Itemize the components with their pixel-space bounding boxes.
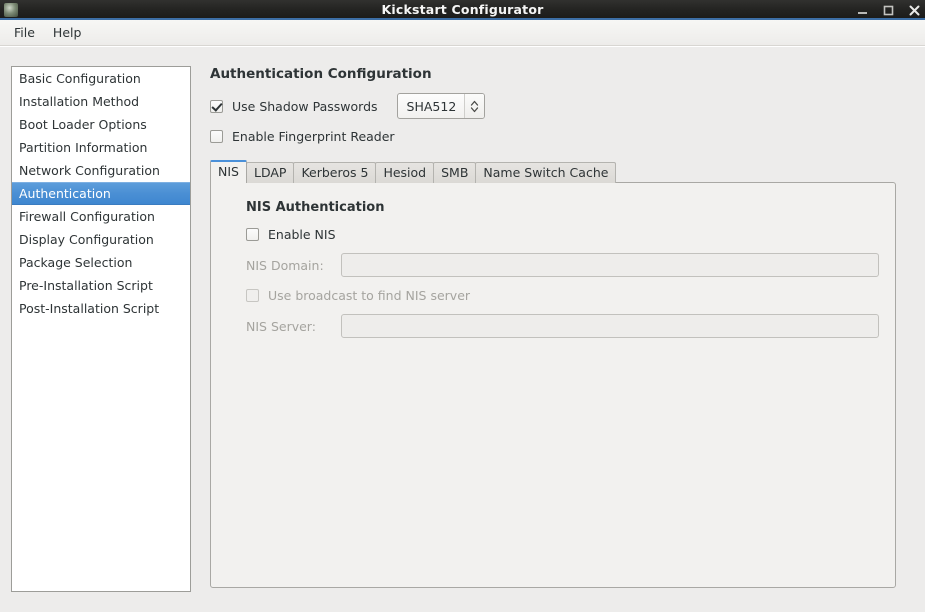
minimize-icon[interactable] xyxy=(856,4,869,17)
shadow-passwords-row: Use Shadow Passwords SHA512 xyxy=(210,93,910,119)
tab-hesiod[interactable]: Hesiod xyxy=(375,162,435,183)
window-controls xyxy=(856,0,921,20)
sidebar-item-basic-configuration[interactable]: Basic Configuration xyxy=(12,67,190,90)
title-bar: Kickstart Configurator xyxy=(0,0,925,20)
nis-domain-input[interactable] xyxy=(341,253,879,277)
fingerprint-reader-row: Enable Fingerprint Reader xyxy=(210,125,910,147)
hash-algorithm-spinner[interactable]: SHA512 xyxy=(396,93,486,119)
nis-fields: Enable NIS NIS Domain: Use broadcast to … xyxy=(227,223,879,338)
menu-item-file[interactable]: File xyxy=(5,23,44,42)
hash-algorithm-value: SHA512 xyxy=(406,98,457,114)
enable-fingerprint-reader-checkbox[interactable] xyxy=(210,129,223,143)
enable-nis-row: Enable NIS xyxy=(246,223,879,245)
use-broadcast-checkbox[interactable] xyxy=(246,288,259,302)
nis-domain-row: NIS Domain: xyxy=(246,253,879,277)
menu-bar: File Help xyxy=(0,20,925,46)
tab-smb[interactable]: SMB xyxy=(433,162,477,183)
auth-tab-bar: NIS LDAP Kerberos 5 Hesiod SMB Name Swit… xyxy=(210,160,910,183)
sidebar-item-installation-method[interactable]: Installation Method xyxy=(12,90,190,113)
nis-authentication-heading: NIS Authentication xyxy=(246,200,385,215)
authentication-pane: Authentication Configuration Use Shadow … xyxy=(210,66,910,588)
use-shadow-passwords-checkbox[interactable] xyxy=(210,99,223,113)
enable-nis-label: Enable NIS xyxy=(268,226,336,242)
nis-server-label: NIS Server: xyxy=(246,318,316,334)
nis-broadcast-row: Use broadcast to find NIS server xyxy=(246,284,879,306)
updown-chevron-icon[interactable] xyxy=(464,94,485,118)
use-broadcast-label: Use broadcast to find NIS server xyxy=(268,287,471,303)
sidebar-item-authentication[interactable]: Authentication xyxy=(12,182,190,205)
sidebar-item-boot-loader-options[interactable]: Boot Loader Options xyxy=(12,113,190,136)
use-shadow-passwords-label: Use Shadow Passwords xyxy=(232,98,378,114)
sidebar-item-pre-installation-script[interactable]: Pre-Installation Script xyxy=(12,274,190,297)
sidebar-item-firewall-configuration[interactable]: Firewall Configuration xyxy=(12,205,190,228)
sidebar-item-partition-information[interactable]: Partition Information xyxy=(12,136,190,159)
window-title: Kickstart Configurator xyxy=(381,2,544,17)
sidebar-item-package-selection[interactable]: Package Selection xyxy=(12,251,190,274)
menu-item-help[interactable]: Help xyxy=(44,23,91,42)
main-content: Basic Configuration Installation Method … xyxy=(0,47,925,612)
tab-ldap[interactable]: LDAP xyxy=(245,162,295,183)
sidebar-item-post-installation-script[interactable]: Post-Installation Script xyxy=(12,297,190,320)
sidebar-item-network-configuration[interactable]: Network Configuration xyxy=(12,159,190,182)
maximize-icon[interactable] xyxy=(882,4,895,17)
tab-kerberos-5[interactable]: Kerberos 5 xyxy=(293,162,377,183)
tab-name-switch-cache[interactable]: Name Switch Cache xyxy=(475,162,617,183)
nis-domain-label: NIS Domain: xyxy=(246,257,324,273)
enable-fingerprint-reader-label: Enable Fingerprint Reader xyxy=(232,128,395,144)
page-title: Authentication Configuration xyxy=(210,66,432,82)
nis-server-input[interactable] xyxy=(341,314,879,338)
sidebar-item-display-configuration[interactable]: Display Configuration xyxy=(12,228,190,251)
nis-tab-panel: NIS Authentication Enable NIS NIS Domain… xyxy=(210,182,896,588)
enable-nis-checkbox[interactable] xyxy=(246,227,259,241)
close-icon[interactable] xyxy=(908,4,921,17)
navigation-sidebar[interactable]: Basic Configuration Installation Method … xyxy=(11,66,191,592)
nis-server-row: NIS Server: xyxy=(246,314,879,338)
tab-nis[interactable]: NIS xyxy=(210,160,247,183)
